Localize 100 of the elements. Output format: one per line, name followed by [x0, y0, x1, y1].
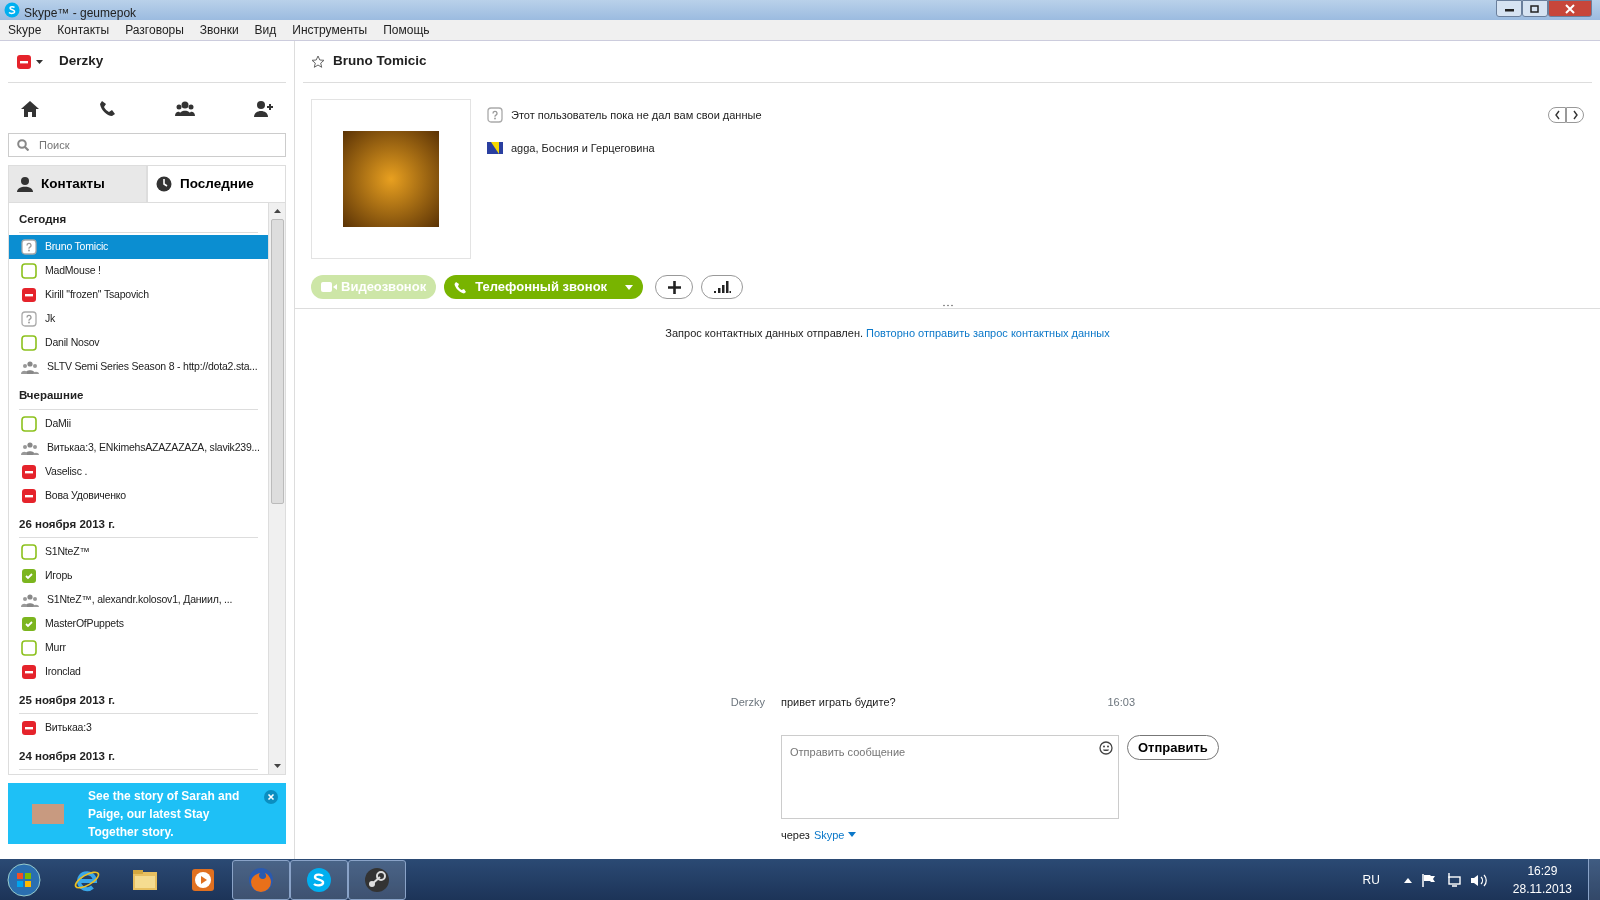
group-icon: [21, 360, 39, 375]
flag-icon[interactable]: [1421, 873, 1436, 887]
contact-item[interactable]: SLTV Semi Series Season 8 - http://dota2.sta...: [9, 355, 268, 380]
busy-status-icon: [21, 287, 37, 304]
sidebar-tab[interactable]: Последние: [147, 165, 286, 203]
promo-text: See the story of Sarah and Paige, our latest Stay Together story.: [88, 787, 241, 841]
close-icon[interactable]: [264, 790, 278, 804]
close-icon: [1565, 3, 1575, 14]
add-button[interactable]: [655, 275, 694, 299]
resize-handle-icon[interactable]: [942, 304, 953, 307]
offline-status-icon: [21, 639, 37, 656]
contact-item[interactable]: Kirill "frozen" Tsapovich: [9, 283, 268, 308]
info-text: agga, Босния и Герцеговина: [511, 140, 655, 156]
send-button[interactable]: Отправить: [1127, 734, 1219, 760]
contact-item[interactable]: Ironclad: [9, 659, 268, 684]
skype-logo-icon: [305, 866, 333, 894]
contact-item[interactable]: S1NteZ™, alexandr.kolosov1, Даниил, ...: [9, 587, 268, 612]
star-icon[interactable]: [311, 54, 325, 69]
show-desktop-button[interactable]: [1588, 859, 1600, 900]
via-label: через: [781, 827, 810, 843]
signal-bars-icon: [713, 281, 731, 293]
busy-status-icon: [21, 720, 37, 736]
flag-icon: [487, 141, 503, 154]
contact-name: Bruno Tomicic: [333, 52, 427, 71]
plus-icon: [667, 280, 681, 294]
service-selector[interactable]: Skype: [813, 826, 857, 843]
offline-status-icon: [21, 263, 37, 280]
message-author: Derzky: [729, 695, 765, 710]
contact-item[interactable]: Игорь: [9, 563, 268, 588]
scroll-thumb[interactable]: [270, 219, 284, 504]
taskbar-app-button[interactable]: [290, 860, 348, 900]
contact-item[interactable]: S1NteZ™: [9, 539, 268, 564]
maximize-button[interactable]: [1522, 0, 1548, 17]
minimize-button[interactable]: [1496, 0, 1522, 17]
group-icon: [21, 440, 39, 455]
message-field[interactable]: Отправить сообщение: [781, 734, 1119, 819]
menu-item[interactable]: Инструменты: [292, 21, 368, 39]
contact-item[interactable]: Витькаа:3: [9, 716, 268, 740]
sidebar-tab[interactable]: Контакты: [8, 165, 147, 203]
add-contact-icon: [252, 98, 274, 118]
offline-status-icon: [21, 543, 37, 560]
taskbar-app-button[interactable]: [348, 860, 406, 900]
show-hidden-icons-icon[interactable]: [1403, 877, 1412, 883]
menu-item[interactable]: Разговоры: [125, 21, 184, 39]
volume-icon[interactable]: [1470, 873, 1487, 887]
contact-item[interactable]: DaMii: [9, 411, 268, 436]
info-text: Этот пользователь пока не дал вам свои данные: [511, 108, 762, 123]
section-heading: 24 ноября 2013 г.: [19, 740, 258, 771]
search-field[interactable]: Поиск: [8, 133, 286, 157]
message-text: привет играть будите?: [781, 695, 897, 710]
user-name: Derzky: [59, 52, 104, 71]
restore-icon: [1530, 4, 1540, 13]
next-button[interactable]: [1566, 107, 1584, 123]
caret-icon: [625, 284, 634, 290]
contact-item[interactable]: Danil Nosov: [9, 331, 268, 356]
online-status-icon: [21, 567, 37, 584]
close-button[interactable]: [1548, 0, 1592, 17]
language-indicator[interactable]: RU: [1362, 871, 1380, 889]
busy-status-icon: [21, 663, 37, 680]
call-quality-button[interactable]: [701, 275, 744, 299]
group-icon: [21, 592, 39, 607]
busy-status-icon: [21, 463, 37, 480]
clock-date[interactable]: 28.11.2013: [1512, 880, 1572, 898]
contact-item[interactable]: Bruno Tomicic: [9, 235, 268, 260]
emoji-icon[interactable]: [1099, 740, 1113, 755]
menu-item[interactable]: Контакты: [57, 21, 110, 39]
window-title: Skype™ - geumepok: [24, 5, 137, 22]
network-icon[interactable]: [1445, 873, 1461, 887]
message-time: 16:03: [1107, 695, 1135, 710]
contact-item[interactable]: MasterOfPuppets: [9, 611, 268, 636]
offline-status-icon: [21, 415, 37, 432]
online-status-icon: [21, 615, 37, 632]
play-icon: [189, 866, 217, 894]
previous-button[interactable]: [1548, 107, 1566, 123]
clock-time[interactable]: 16:29: [1527, 862, 1558, 880]
resend-link[interactable]: Повторно отправить запрос контактных данных: [866, 327, 1110, 339]
unknown-status-icon: [21, 311, 37, 328]
status-menu-button[interactable]: [16, 53, 43, 70]
caret-icon: [36, 59, 43, 64]
section-heading: Вчерашние: [19, 379, 258, 410]
section-heading: 26 ноября 2013 г.: [19, 507, 258, 538]
windows-logo-icon: [7, 863, 41, 897]
unknown-status-icon: [487, 107, 503, 124]
offline-status-icon: [21, 335, 37, 352]
contact-item[interactable]: Murr: [9, 635, 268, 660]
notice-text: Запрос контактных данных отправлен. Повторно отправить запрос контактных данных: [664, 326, 1111, 341]
unknown-status-icon: [21, 239, 37, 256]
contact-item[interactable]: Vaselisc .: [9, 459, 268, 484]
menu-item[interactable]: Звонки: [199, 21, 239, 39]
contact-item[interactable]: Витькаа:3, ENkimehsAZAZAZAZA, slavik239...: [9, 435, 268, 460]
contact-item[interactable]: MadMouse !: [9, 259, 268, 284]
contact-item[interactable]: Вова Удовиченко: [9, 483, 268, 508]
search-input[interactable]: Поиск: [37, 135, 277, 155]
menu-item[interactable]: Skype: [8, 21, 42, 39]
contact-item[interactable]: Jk: [9, 307, 268, 332]
menu-item[interactable]: Вид: [254, 21, 277, 39]
photo-placeholder: [32, 803, 64, 824]
scroll-up-icon: [273, 209, 281, 213]
menu-item[interactable]: Помощь: [383, 21, 430, 39]
scrollbar[interactable]: [268, 203, 285, 774]
